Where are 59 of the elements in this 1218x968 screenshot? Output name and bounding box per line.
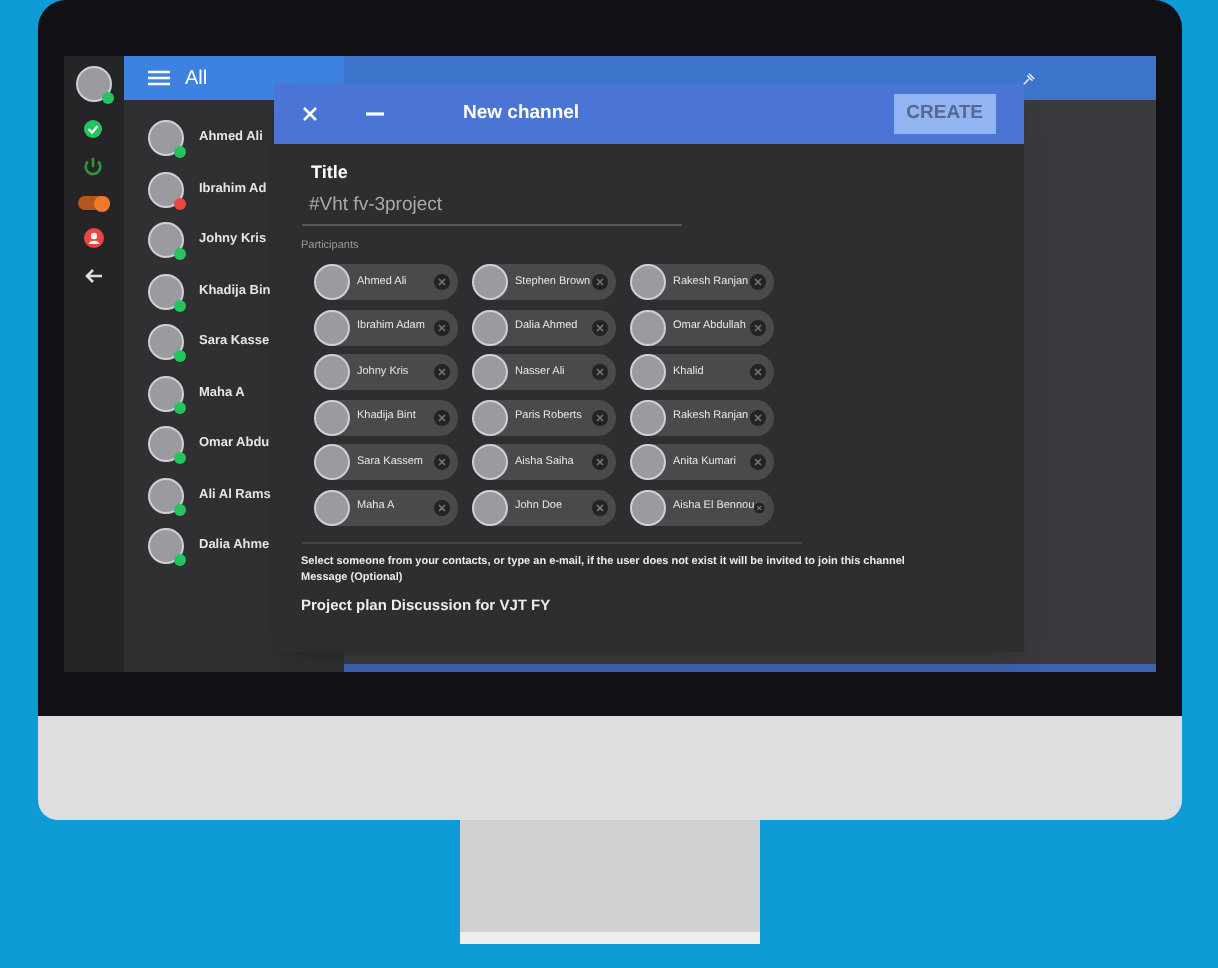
avatar xyxy=(629,444,665,480)
title-field[interactable]: #Vht fv-3project xyxy=(301,187,681,226)
field-label: Title xyxy=(309,160,350,186)
avatar xyxy=(313,354,349,390)
avatar xyxy=(471,309,507,345)
avatar xyxy=(629,399,665,435)
avatar xyxy=(629,489,665,525)
avatar xyxy=(629,309,665,345)
avatar xyxy=(147,120,183,156)
avatar xyxy=(313,399,349,435)
avatar xyxy=(147,477,183,513)
dialog-title: New channel xyxy=(463,99,580,128)
remove-icon[interactable] xyxy=(749,319,765,335)
remove-icon[interactable] xyxy=(754,499,765,515)
avatar xyxy=(471,399,507,435)
remove-icon[interactable] xyxy=(591,454,607,470)
remove-icon[interactable] xyxy=(749,274,765,290)
avatar xyxy=(147,171,183,207)
minimize-icon[interactable] xyxy=(365,112,383,116)
remove-icon[interactable] xyxy=(433,499,449,515)
avatar xyxy=(75,66,111,102)
user-icon[interactable] xyxy=(83,228,103,248)
avatar xyxy=(471,489,507,525)
check-circle-icon[interactable] xyxy=(84,120,102,138)
remove-icon[interactable] xyxy=(591,499,607,515)
avatar xyxy=(147,375,183,411)
menu-icon[interactable] xyxy=(147,70,169,86)
avatar xyxy=(313,309,349,345)
power-icon[interactable] xyxy=(82,156,104,178)
remove-icon[interactable] xyxy=(433,364,449,380)
back-arrow-icon[interactable] xyxy=(83,266,103,286)
remove-icon[interactable] xyxy=(591,319,607,335)
remove-icon[interactable] xyxy=(433,454,449,470)
remove-icon[interactable] xyxy=(749,454,765,470)
remove-icon[interactable] xyxy=(591,364,607,380)
avatar xyxy=(147,273,183,309)
avatar xyxy=(471,264,507,300)
close-icon[interactable] xyxy=(301,106,317,122)
toggle-switch[interactable] xyxy=(77,196,109,210)
avatar xyxy=(147,324,183,360)
remove-icon[interactable] xyxy=(591,409,607,425)
remove-icon[interactable] xyxy=(433,319,449,335)
avatar xyxy=(313,444,349,480)
remove-icon[interactable] xyxy=(591,274,607,290)
avatar xyxy=(147,528,183,564)
remove-icon[interactable] xyxy=(433,409,449,425)
avatar xyxy=(471,444,507,480)
filter-label: All xyxy=(185,65,208,93)
avatar xyxy=(147,222,183,258)
remove-icon[interactable] xyxy=(433,274,449,290)
avatar xyxy=(313,264,349,300)
avatar xyxy=(629,264,665,300)
avatar xyxy=(147,426,183,462)
avatar xyxy=(313,489,349,525)
avatar xyxy=(471,354,507,390)
pin-icon[interactable] xyxy=(1021,71,1035,85)
avatar xyxy=(629,354,665,390)
remove-icon[interactable] xyxy=(749,409,765,425)
remove-icon[interactable] xyxy=(749,364,765,380)
